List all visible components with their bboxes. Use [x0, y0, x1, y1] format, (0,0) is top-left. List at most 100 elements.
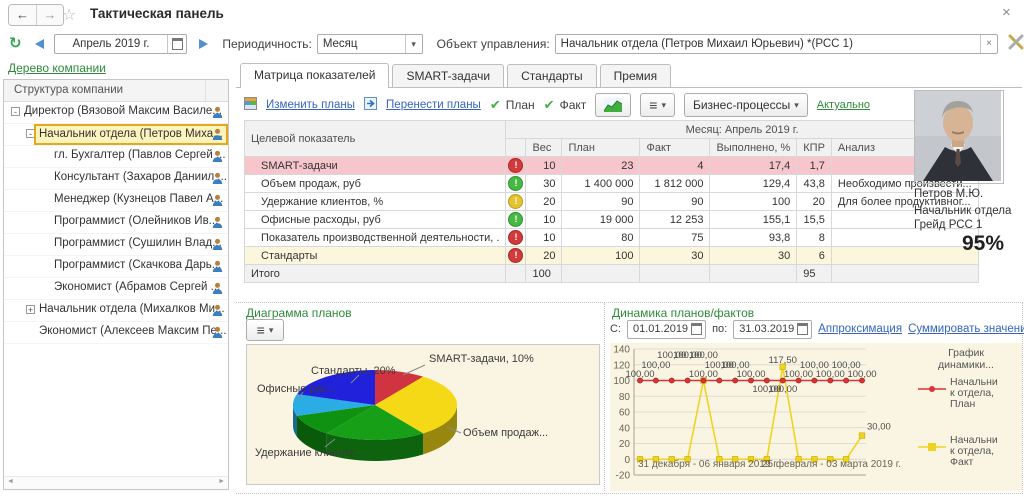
- tree-item-label: Экономист (Алексеев Максим Пе...: [39, 325, 227, 337]
- scroll-left-icon[interactable]: ◄: [7, 478, 14, 485]
- col-done-header: Выполнено, %: [709, 138, 798, 157]
- actual-link[interactable]: Актуально: [817, 99, 870, 111]
- svg-text:31 декабря - 06 января 2019 г.: 31 декабря - 06 января 2019 г.: [638, 458, 778, 470]
- from-label: С:: [610, 323, 621, 335]
- tab-матрица-показателей[interactable]: Матрица показателей: [240, 63, 390, 88]
- tree-item[interactable]: - Начальник отдела (Петров Миха...: [4, 124, 228, 146]
- tree-item[interactable]: Экономист (Алексеев Максим Пе...: [4, 322, 228, 344]
- chart-icon: [604, 98, 623, 112]
- period-field[interactable]: Апрель 2019 г.: [53, 33, 188, 54]
- tree-item[interactable]: Программист (Сушилин Влад...: [4, 234, 228, 256]
- forward-button[interactable]: →: [36, 5, 63, 25]
- tab-премия[interactable]: Премия: [599, 64, 672, 87]
- tree-item[interactable]: гл. Бухгалтер (Павлов Сергей ...: [4, 146, 228, 168]
- plan-label: План: [505, 98, 535, 112]
- fact-label: Факт: [559, 98, 587, 112]
- person-icon: [212, 238, 223, 254]
- pie-slice-label: SMART-задачи, 10%: [429, 353, 534, 365]
- object-value: Начальник отдела (Петров Михаил Юрьевич)…: [560, 37, 853, 50]
- settings-tools-icon[interactable]: [1008, 34, 1024, 53]
- chart-view-button[interactable]: [595, 93, 632, 117]
- tree-rows: - Директор (Вязовой Максим Василе... - Нача…: [4, 102, 228, 344]
- matrix-row[interactable]: Стандарты! 20 100 30 30 6: [243, 246, 979, 265]
- col-fact-header: Факт: [639, 138, 711, 157]
- periodicity-select[interactable]: Месяц ▾: [316, 33, 423, 54]
- sum-values-link[interactable]: Суммировать значения: [908, 323, 1024, 335]
- edit-plans-icon: [244, 97, 257, 113]
- calendar-icon[interactable]: [797, 323, 809, 335]
- hamburger-icon: ≡: [256, 322, 265, 338]
- clear-field-icon[interactable]: ×: [980, 34, 997, 53]
- collapse-icon[interactable]: -: [11, 107, 20, 117]
- scroll-right-icon[interactable]: ►: [218, 478, 225, 485]
- to-date-field[interactable]: 31.03.2019: [733, 319, 813, 339]
- pie-svg: [293, 364, 462, 461]
- fact-check-icon: ✔: [543, 97, 555, 112]
- status-green-icon: !: [508, 212, 524, 227]
- hamburger-icon: ≡: [649, 97, 658, 113]
- tree-item[interactable]: Консультант (Захаров Даниил ...: [4, 168, 228, 190]
- tree-item[interactable]: Менеджер (Кузнецов Павел А...: [4, 190, 228, 212]
- company-tree-link[interactable]: Дерево компании: [8, 61, 106, 75]
- matrix-row[interactable]: Показатель производственной деятельности…: [243, 228, 979, 247]
- edit-plans-link[interactable]: Изменить планы: [266, 99, 355, 111]
- tree-horizontal-scrollbar[interactable]: ◄ ►: [4, 476, 228, 489]
- refresh-icon[interactable]: ↻: [9, 36, 22, 51]
- person-icon: [212, 150, 223, 166]
- matrix-row[interactable]: Удержание клиентов, %! 20 90 90 100 20 Для бол…: [243, 192, 979, 211]
- approximation-link[interactable]: Аппроксимация: [818, 323, 902, 335]
- plans-pie-chart: SMART-задачи, 10% Объем продаж... Удержани…: [246, 344, 600, 485]
- matrix-row[interactable]: Объем продаж, руб! 30 1 400 000 1 812 000 12…: [243, 174, 979, 193]
- close-icon[interactable]: ×: [1002, 4, 1011, 21]
- employee-position: Начальник отдела: [914, 205, 1012, 217]
- tree-item[interactable]: Экономист (Абрамов Сергей ...: [4, 278, 228, 300]
- tree-item-label: гл. Бухгалтер (Павлов Сергей ...: [54, 149, 226, 161]
- tree-item[interactable]: Программист (Олейников Ив...: [4, 212, 228, 234]
- calendar-icon[interactable]: [691, 323, 703, 335]
- pie-slice-label: Офисные рас...: [257, 383, 337, 395]
- tab-стандарты[interactable]: Стандарты: [507, 64, 597, 87]
- svg-text:График: График: [948, 347, 984, 359]
- tree-item-label: Начальник отдела (Петров Миха...: [34, 124, 228, 145]
- tree-item-label: Директор (Вязовой Максим Василе...: [24, 105, 222, 117]
- employee-photo: [914, 90, 1004, 184]
- tree-item[interactable]: - Директор (Вязовой Максим Василе...: [4, 102, 228, 124]
- plan-check-icon: ✔: [489, 97, 501, 112]
- svg-text:80: 80: [619, 392, 631, 403]
- matrix-row[interactable]: Офисные расходы, руб! 10 19 000 12 253 155,1…: [243, 210, 979, 229]
- matrix-row[interactable]: SMART-задачи! 10 23 4 17,4 1,7: [243, 156, 979, 175]
- col-ves-header: Вес: [525, 138, 563, 157]
- company-tree-panel: Структура компании - Директор (Вязовой Ма…: [3, 79, 229, 490]
- tree-item[interactable]: + Начальник отдела (Михалков Ми...: [4, 300, 228, 322]
- col-plan-header: План: [561, 138, 641, 157]
- svg-text:60: 60: [619, 408, 631, 419]
- business-processes-button[interactable]: Бизнес-процессы ▾: [683, 93, 808, 117]
- transfer-plans-link[interactable]: Перенести планы: [386, 99, 481, 111]
- tab-smart-задачи[interactable]: SMART-задачи: [392, 64, 505, 87]
- matrix-action-bar: Изменить планы Перенести планы ✔ План ✔ …: [244, 92, 1024, 118]
- previous-period-icon[interactable]: [34, 38, 44, 49]
- person-icon: [212, 216, 223, 232]
- object-input[interactable]: Начальник отдела (Петров Михаил Юрьевич)…: [554, 33, 998, 54]
- chevron-down-icon[interactable]: ▾: [404, 34, 422, 53]
- person-icon: [212, 128, 223, 144]
- person-icon: [212, 282, 223, 298]
- periodicity-value: Месяц: [322, 37, 358, 50]
- tree-column-header: Структура компании: [14, 84, 124, 96]
- menu-button[interactable]: ≡ ▾: [640, 93, 675, 117]
- col-kpr-header: КПР: [796, 138, 832, 157]
- tree-item[interactable]: Программист (Скачкова Дарь...: [4, 256, 228, 278]
- from-date-field[interactable]: 01.01.2019: [627, 319, 707, 339]
- svg-text:-20: -20: [616, 471, 631, 482]
- calendar-icon[interactable]: [167, 34, 186, 53]
- back-button[interactable]: ←: [9, 5, 36, 25]
- expand-icon[interactable]: +: [26, 305, 35, 315]
- person-icon: [212, 260, 223, 276]
- svg-text:100,00: 100,00: [847, 369, 876, 380]
- tree-item-label: Программист (Олейников Ив...: [54, 215, 219, 227]
- pie-slice-label: Объем продаж...: [463, 427, 549, 439]
- next-period-icon[interactable]: [199, 38, 209, 49]
- favorite-star-icon[interactable]: ☆: [62, 5, 76, 25]
- pie-menu-button[interactable]: ≡ ▾: [246, 319, 284, 341]
- month-header: Месяц: Апрель 2019 г.: [505, 120, 979, 139]
